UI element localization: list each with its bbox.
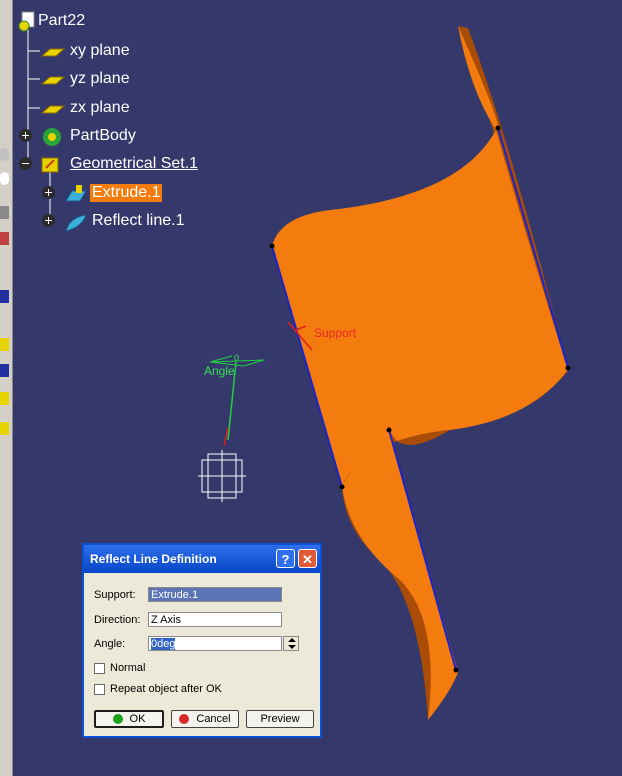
tree-item-yz-plane[interactable]: yz plane (40, 68, 130, 90)
tree-item-zx-plane[interactable]: zx plane (40, 97, 130, 119)
pencil-tool-icon[interactable] (0, 422, 9, 435)
surface-top-edge (458, 26, 499, 130)
partbody-icon (40, 126, 62, 146)
tree-item-extrude[interactable]: Extrude.1 (64, 182, 163, 204)
repeat-checkbox[interactable] (94, 683, 105, 695)
cancel-button-label: Cancel (196, 713, 231, 725)
axis-widget-icon (198, 450, 246, 502)
cancel-button[interactable]: Cancel (171, 710, 239, 728)
direction-field-label: Direction: (94, 613, 141, 626)
tree-root[interactable]: Part22 (16, 10, 85, 32)
tree-root-label: Part22 (38, 12, 86, 29)
tree-item-label: Extrude.1 (90, 184, 163, 202)
tree-item-reflect-line[interactable]: Reflect line.1 (64, 210, 185, 232)
arrow-icon[interactable] (0, 290, 9, 303)
expand-reflect-line-icon[interactable] (42, 214, 55, 227)
reflect-line-dialog: Reflect Line Definition ? ✕ Support: Ext… (82, 543, 322, 738)
tree-item-label: zx plane (70, 99, 130, 116)
direction-row: Direction: Z Axis (94, 612, 282, 627)
ok-icon (112, 714, 123, 724)
angle-input[interactable]: 0deg (148, 636, 282, 651)
tree-item-xy-plane[interactable]: xy plane (40, 40, 130, 62)
plane-icon (40, 41, 66, 61)
support-field-label: Support: (94, 588, 136, 601)
support-field[interactable]: Extrude.1 (148, 587, 282, 602)
normal-checkbox-label: Normal (110, 662, 146, 674)
direction-field[interactable]: Z Axis (148, 612, 282, 627)
tree-item-label: Geometrical Set.1 (70, 155, 199, 172)
preview-button-label: Preview (260, 713, 300, 725)
tree-item-label: yz plane (70, 70, 130, 87)
expand-extrude-icon[interactable] (42, 186, 55, 199)
support-row: Support: Extrude.1 (94, 587, 282, 602)
blue-tool-icon[interactable] (0, 364, 9, 377)
expand-partbody-icon[interactable] (19, 129, 32, 142)
surface-lower (342, 430, 458, 720)
help-button[interactable]: ? (276, 549, 295, 568)
surface-upper (272, 130, 568, 487)
dialog-title: Reflect Line Definition (90, 552, 217, 566)
cancel-icon (179, 714, 190, 724)
tree-item-label: Reflect line.1 (92, 212, 185, 229)
plane-icon (40, 69, 66, 89)
preview-button[interactable]: Preview (246, 710, 314, 728)
angle-spinner[interactable] (283, 636, 299, 651)
angle-input-value: 0deg (151, 638, 176, 650)
collapse-geometrical-set-icon[interactable] (19, 157, 32, 170)
yellow-tool-icon[interactable] (0, 338, 9, 351)
geometrical-set-icon (40, 154, 62, 174)
part-icon (16, 11, 38, 32)
angle-value-label: 0 (234, 353, 240, 363)
angle-field-label: Angle: (94, 637, 126, 650)
ok-button[interactable]: OK (94, 710, 164, 728)
doc-tool-icon[interactable] (0, 392, 9, 405)
repeat-checkbox-label: Repeat object after OK (110, 683, 222, 695)
tree-item-label: xy plane (70, 42, 130, 59)
plane-icon (40, 98, 66, 118)
repeat-row[interactable]: Repeat object after OK (94, 683, 222, 695)
close-button[interactable]: ✕ (298, 549, 317, 568)
tree-connectors (27, 30, 51, 220)
tree-item-geometrical-set[interactable]: Geometrical Set.1 (40, 153, 198, 175)
angle-row: Angle: 0deg (94, 636, 299, 651)
reflect-line-icon (64, 211, 87, 232)
dialog-titlebar[interactable]: Reflect Line Definition ? ✕ (84, 545, 320, 573)
ok-button-label: OK (129, 713, 146, 725)
normal-checkbox[interactable] (94, 662, 105, 674)
tree-item-label: PartBody (70, 127, 136, 144)
angle-label: Angle (204, 364, 235, 378)
normal-row[interactable]: Normal (94, 662, 145, 674)
extrude-icon (64, 183, 87, 203)
support-label: Support (314, 326, 357, 340)
tree-item-partbody[interactable]: PartBody (40, 125, 136, 147)
